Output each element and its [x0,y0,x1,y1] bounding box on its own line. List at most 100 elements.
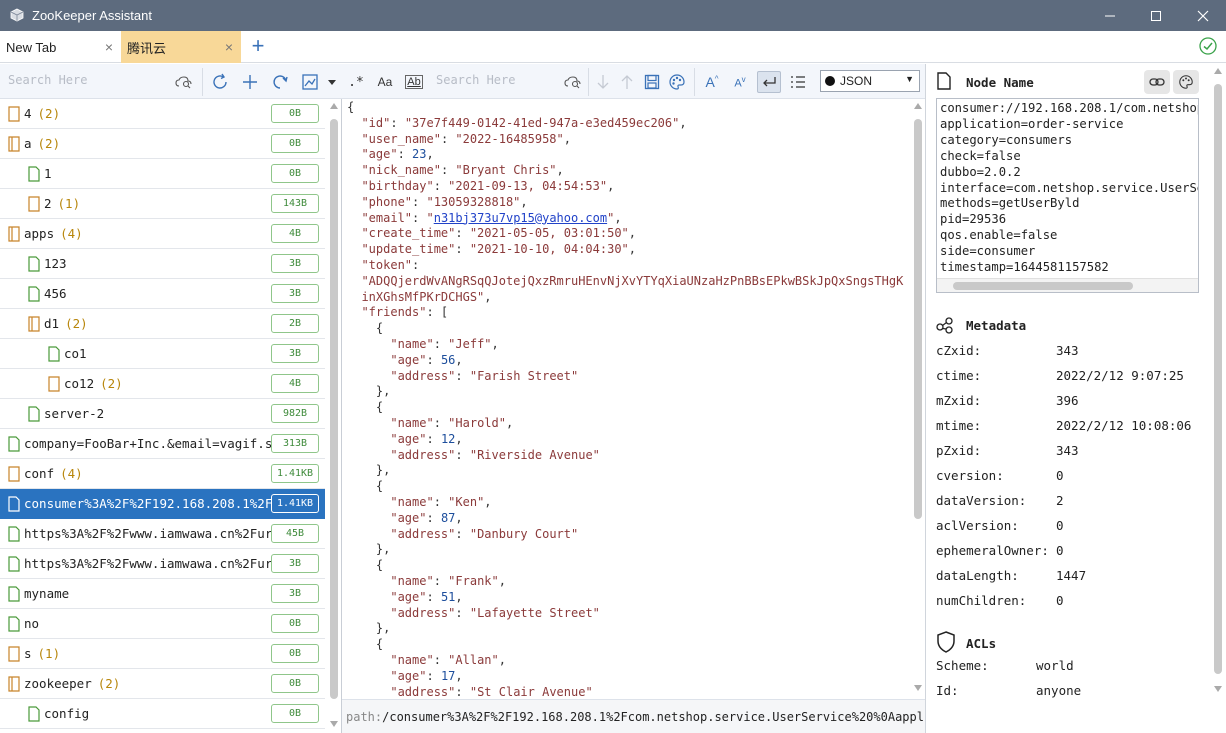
tree-row[interactable]: d1 (2) 2B [0,309,325,339]
toolbar-overflow-button[interactable] [325,71,339,93]
tree-row[interactable]: 4 (2) 0B [0,99,325,129]
file-icon [28,255,40,272]
editor-search-input[interactable]: Search Here [436,73,515,87]
metadata-key: aclVersion: [936,518,1019,533]
metadata-row: dataVersion: 2 [936,493,1206,513]
refresh-button[interactable] [209,71,231,93]
json-editor[interactable]: { "id": "37e7f449-0142-41ed-947a-e3ed459… [342,99,912,699]
tree-row[interactable]: co12 (2) 4B [0,369,325,399]
code-line: "update_time": "2021-10-10, 04:04:30", [347,241,636,257]
code-token: , [628,242,637,257]
redo-button[interactable] [269,71,291,93]
format-list-button[interactable] [787,71,809,93]
tab-close-icon[interactable]: × [225,39,233,55]
next-match-button[interactable] [592,71,614,93]
email-link[interactable]: n31bj373u7vp15@yahoo.com [434,211,607,225]
wrap-icon [763,77,776,87]
add-tab-button[interactable]: + [247,35,269,57]
path-value[interactable]: /consumer%3A%2F%2F192.168.208.1%2Fcom.ne… [382,710,925,724]
regex-toggle[interactable]: .* [345,71,367,93]
tree-row[interactable]: company=FooBar+Inc.&email=vagif.s 313B [0,429,325,459]
tree-row[interactable]: s (1) 0B [0,639,325,669]
node-name-box[interactable]: timestamp=1644581157582 side=consumer qos.… [936,98,1199,293]
details-scrollbar[interactable] [1211,64,1226,704]
tree-row[interactable]: 123 3B [0,249,325,279]
add-node-button[interactable] [239,71,261,93]
size-badge: 0B [271,674,319,693]
word-wrap-toggle[interactable] [757,71,781,93]
search-options-button[interactable] [173,71,195,93]
tree-row[interactable]: https%3A%2F%2Fwww.iamwawa.cn%2Fur 45B [0,519,325,549]
code-token: , [455,431,463,446]
folder-icon [8,105,20,122]
tree-node-name: config [44,706,90,721]
scrollbar-thumb[interactable] [953,282,1133,290]
tree-row[interactable]: conf (4) 1.41KB [0,459,325,489]
match-case-toggle[interactable]: Aa [374,71,396,93]
horizontal-scrollbar[interactable] [937,278,1198,292]
search-options-button[interactable] [562,71,584,93]
tree-row[interactable]: server-2 982B [0,399,325,429]
tree-scrollbar[interactable] [327,99,341,733]
maximize-button[interactable] [1133,0,1179,31]
tree-row[interactable]: no 0B [0,609,325,639]
whole-word-toggle[interactable]: Ab [403,71,425,93]
editor-scrollbar[interactable] [912,99,925,699]
font-decrease-button[interactable]: Av [729,71,751,93]
tree-row[interactable]: 2 (1) 143B [0,189,325,219]
acls-title: ACLs [966,636,997,651]
code-line: "address": "St Clair Avenue" [347,684,592,699]
scrollbar-thumb[interactable] [1214,84,1222,674]
decode-button[interactable] [1144,70,1170,94]
size-badge: 313B [271,434,319,453]
tree-row[interactable]: consumer%3A%2F%2F192.168.208.1%2F 1.41KB [0,489,325,519]
code-token: , [455,352,463,367]
path-bar: path: /consumer%3A%2F%2F192.168.208.1%2F… [342,699,925,733]
theme-button[interactable] [666,71,688,93]
code-token: : [455,684,470,699]
code-token: { [347,400,384,415]
tree-row[interactable]: 456 3B [0,279,325,309]
scrollbar-thumb[interactable] [914,119,922,519]
tree-node-name: https%3A%2F%2Fwww.iamwawa.cn%2Fur [24,556,273,571]
code-line: "address": "Lafayette Street" [347,605,600,621]
tree-row[interactable]: https%3A%2F%2Fwww.iamwawa.cn%2Fur 3B [0,549,325,579]
tree-row[interactable]: zookeeper (2) 0B [0,669,325,699]
metadata-value: 0 [1056,518,1064,533]
font-increase-button[interactable]: A^ [701,71,723,93]
language-select[interactable]: JSON ▼ [820,70,920,92]
scrollbar-thumb[interactable] [330,119,338,699]
tab-tencent-cloud[interactable]: 腾讯云 × [121,31,241,63]
tree-row[interactable]: 1 0B [0,159,325,189]
scroll-up-icon [330,103,338,109]
tree-row[interactable]: myname 3B [0,579,325,609]
prev-match-button[interactable] [616,71,638,93]
minimize-button[interactable] [1087,0,1133,31]
palette-icon [669,74,685,90]
tree-row[interactable]: a (2) 0B [0,129,325,159]
save-button[interactable] [641,71,663,93]
code-token: : [412,210,427,225]
tree-search-input[interactable]: Search Here [8,73,87,87]
tree-node-name: 456 [44,286,67,301]
code-token: : [433,416,449,430]
tree-row[interactable]: co1 3B [0,339,325,369]
tree-row[interactable]: apps (4) 4B [0,219,325,249]
close-icon [1197,10,1209,21]
close-window-button[interactable] [1180,0,1226,31]
chart-button[interactable] [299,71,321,93]
tree-node-name: 1 [44,166,52,181]
tab-new-tab[interactable]: New Tab × [0,31,121,63]
theme-button[interactable] [1173,70,1199,94]
code-token: "Danbury Court" [469,526,579,541]
code-line: }, [347,541,390,557]
tab-close-icon[interactable]: × [105,39,113,55]
tree-row[interactable]: config 0B [0,699,325,729]
code-line: "age": 51, [347,589,462,605]
code-token: : [455,226,470,241]
file-icon [28,165,40,182]
